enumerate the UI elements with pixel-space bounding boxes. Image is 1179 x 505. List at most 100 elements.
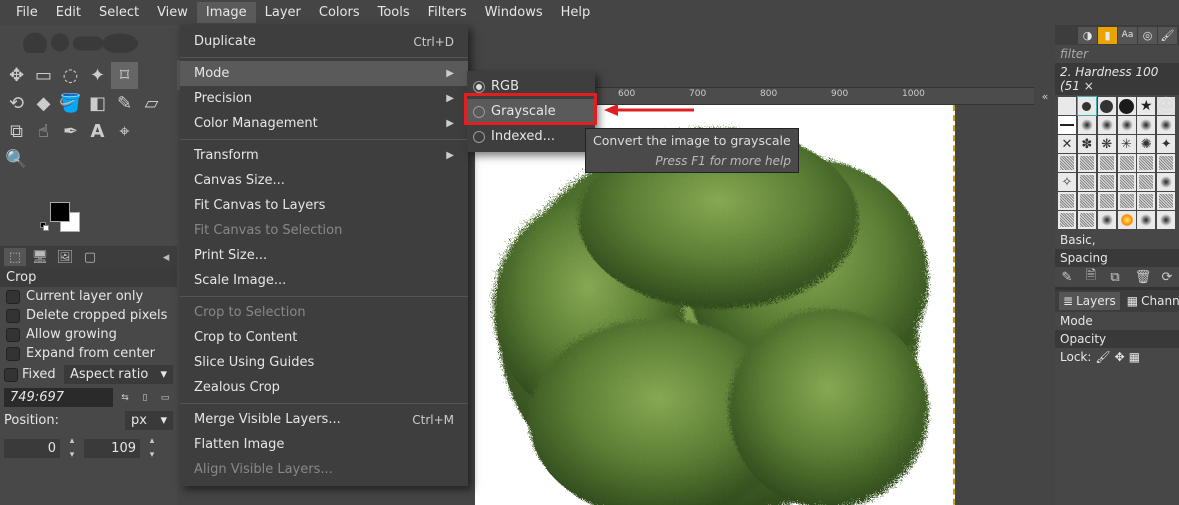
brush-item[interactable]	[1118, 154, 1136, 172]
menu-edit[interactable]: Edit	[47, 2, 90, 23]
tab-patterns[interactable]: ▮	[1098, 27, 1117, 44]
unit-dropdown[interactable]: px▾	[125, 411, 173, 430]
brush-item[interactable]	[1098, 97, 1116, 115]
tool-rotate[interactable]: ⟲	[3, 90, 30, 117]
tool-smudge[interactable]: ☝	[30, 118, 57, 145]
brush-item[interactable]: ✳	[1118, 135, 1136, 153]
spin-up[interactable]: ▴	[64, 434, 80, 448]
brush-item[interactable]: ✧	[1058, 173, 1076, 191]
brush-del-icon[interactable]: 🗑	[1134, 269, 1152, 285]
lock-pos-icon[interactable]: ✥	[1115, 350, 1125, 364]
brush-item[interactable]	[1137, 173, 1155, 191]
brush-item[interactable]	[1137, 154, 1155, 172]
pos-x-input[interactable]: 0	[4, 439, 60, 458]
tab-layers[interactable]: ≣Layers	[1059, 292, 1120, 310]
dock-tab-tool-options[interactable]: ⬚	[4, 248, 26, 266]
lock-paint-icon[interactable]: 🖌	[1095, 350, 1110, 364]
menu-tools[interactable]: Tools	[369, 2, 419, 23]
ratio-portrait-icon[interactable]: ▯	[137, 391, 153, 405]
tab-fonts[interactable]: Aa	[1118, 27, 1137, 44]
menu-view[interactable]: View	[148, 2, 197, 23]
brush-edit-icon[interactable]: ✎	[1058, 269, 1076, 285]
default-colors-icon[interactable]	[40, 222, 50, 232]
mode-rgb[interactable]: RGB	[467, 74, 595, 99]
spin-down[interactable]: ▾	[144, 448, 160, 462]
tool-path[interactable]: ✒	[57, 118, 84, 145]
menu-print-size[interactable]: Print Size...	[180, 243, 468, 268]
brush-item[interactable]	[1157, 154, 1175, 172]
menu-file[interactable]: File	[7, 2, 47, 23]
chk-delete-pixels[interactable]	[6, 309, 20, 323]
menu-zealous-crop[interactable]: Zealous Crop	[180, 375, 468, 400]
brush-item[interactable]: ＋	[1058, 97, 1076, 115]
zoom-menu-icon[interactable]: «	[1035, 87, 1055, 105]
tool-fuzzy-select[interactable]: ✦	[84, 62, 111, 89]
dock-tab-layer[interactable]: 🖼	[54, 248, 76, 266]
menu-color-management[interactable]: Color Management▶	[180, 111, 468, 136]
menu-select[interactable]: Select	[90, 2, 148, 23]
menu-mode[interactable]: Mode▶	[180, 61, 468, 86]
fg-color[interactable]	[50, 202, 70, 222]
dock-tab-device[interactable]: 🖥	[29, 248, 51, 266]
brush-item[interactable]	[1157, 211, 1175, 229]
brush-item[interactable]	[1078, 116, 1096, 134]
tool-warp[interactable]: ◆	[30, 90, 57, 117]
menu-filters[interactable]: Filters	[419, 2, 476, 23]
brush-item[interactable]	[1118, 192, 1136, 210]
tool-move[interactable]: ✥	[3, 62, 30, 89]
tool-eraser[interactable]: ▱	[138, 90, 165, 117]
brush-filter-input[interactable]: filter	[1055, 45, 1179, 63]
tab-history[interactable]: ◎	[1138, 27, 1157, 44]
spin-down[interactable]: ▾	[64, 448, 80, 462]
pos-y-input[interactable]: 109	[84, 439, 140, 458]
brush-item[interactable]	[1058, 192, 1076, 210]
tab-brushes[interactable]: ◑	[1078, 27, 1097, 44]
brush-dup-icon[interactable]: ⧉	[1106, 269, 1124, 285]
menu-crop-content[interactable]: Crop to Content	[180, 325, 468, 350]
brush-item[interactable]	[1118, 173, 1136, 191]
brush-item[interactable]: ✦	[1157, 135, 1175, 153]
brush-item[interactable]: ☺	[1157, 97, 1175, 115]
brush-item[interactable]: ★	[1137, 97, 1155, 115]
brush-refresh-icon[interactable]: ⟳	[1158, 269, 1176, 285]
ratio-landscape-icon[interactable]: ▭	[157, 391, 173, 405]
brush-item[interactable]	[1078, 154, 1096, 172]
brush-item[interactable]	[1098, 192, 1116, 210]
layer-opacity[interactable]: Opacity	[1055, 330, 1179, 348]
layer-mode[interactable]: Mode	[1055, 312, 1179, 330]
brush-item[interactable]	[1118, 116, 1136, 134]
tool-crop[interactable]: ⌑	[111, 62, 138, 89]
chk-expand-center[interactable]	[6, 347, 20, 361]
brush-item[interactable]: ✽	[1078, 135, 1096, 153]
mode-indexed[interactable]: Indexed...	[467, 124, 595, 149]
tool-free-select[interactable]: ◌	[57, 62, 84, 89]
brush-item[interactable]	[1098, 211, 1116, 229]
brush-item[interactable]: ✕	[1058, 135, 1076, 153]
brush-item[interactable]	[1137, 192, 1155, 210]
tool-zoom[interactable]: 🔍	[3, 146, 30, 173]
tab-channels[interactable]: ▦Channel	[1123, 292, 1179, 310]
menu-duplicate[interactable]: DuplicateCtrl+D	[180, 29, 468, 54]
fg-bg-swatch[interactable]	[50, 202, 80, 232]
tool-rect-select[interactable]: ▭	[30, 62, 57, 89]
brush-item[interactable]	[1098, 173, 1116, 191]
menu-scale-image[interactable]: Scale Image...	[180, 268, 468, 293]
brush-item[interactable]: ✺	[1137, 135, 1155, 153]
brush-item[interactable]	[1157, 116, 1175, 134]
brush-item[interactable]	[1118, 97, 1136, 115]
brush-item[interactable]	[1058, 211, 1076, 229]
tool-pencil[interactable]: ✎	[111, 90, 138, 117]
menu-merge-visible[interactable]: Merge Visible Layers...Ctrl+M	[180, 407, 468, 432]
menu-flatten[interactable]: Flatten Image	[180, 432, 468, 457]
menu-precision[interactable]: Precision▶	[180, 86, 468, 111]
menu-fit-canvas-layers[interactable]: Fit Canvas to Layers	[180, 193, 468, 218]
brush-item[interactable]	[1078, 97, 1096, 115]
lock-alpha-icon[interactable]: ▦	[1129, 350, 1140, 364]
brush-item[interactable]	[1078, 192, 1096, 210]
chk-current-layer[interactable]	[6, 290, 20, 304]
menu-slice-guides[interactable]: Slice Using Guides	[180, 350, 468, 375]
dock-tab-image[interactable]: ▢	[79, 248, 101, 266]
menu-layer[interactable]: Layer	[256, 2, 310, 23]
brush-item[interactable]	[1058, 154, 1076, 172]
tool-text[interactable]: A	[84, 118, 111, 145]
